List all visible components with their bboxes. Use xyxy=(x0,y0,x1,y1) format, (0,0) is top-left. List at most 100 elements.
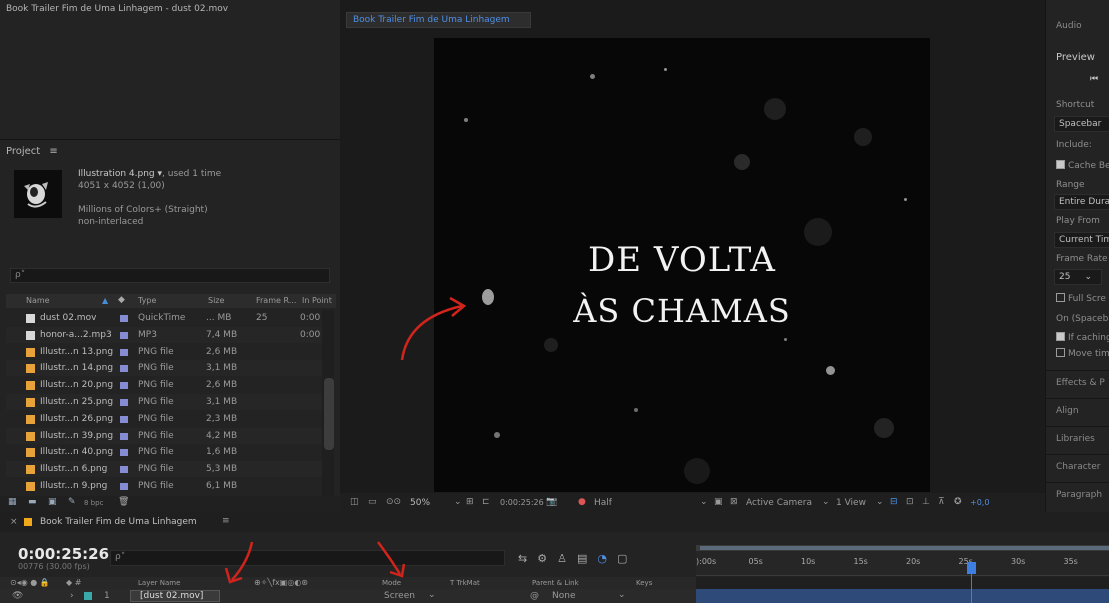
effects-presets-tab[interactable]: Effects & P xyxy=(1046,370,1109,396)
fast-previews-icon[interactable]: ⊡ xyxy=(906,497,914,507)
project-list-item[interactable]: Illustr...n 6.png PNG file 5,3 MB xyxy=(6,461,322,478)
paragraph-tab[interactable]: Paragraph xyxy=(1046,482,1109,508)
color-channel-icon[interactable]: ● xyxy=(578,497,586,507)
project-list-item[interactable]: Illustr...n 14.png PNG file 3,1 MB xyxy=(6,360,322,377)
file-name[interactable]: Illustration 4.png xyxy=(78,169,155,179)
comp-mini-flowchart-icon[interactable]: ⇆ xyxy=(518,552,537,565)
footage-panel-title[interactable]: Book Trailer Fim de Uma Linhagem - dust … xyxy=(6,4,228,14)
checkbox-icon[interactable] xyxy=(1056,348,1065,357)
shortcut-select[interactable]: Spacebar xyxy=(1054,116,1109,132)
pickwhip-icon[interactable]: @ xyxy=(530,591,539,601)
sort-arrow-icon[interactable]: ▲ xyxy=(102,296,108,305)
checkbox-checked-icon[interactable] xyxy=(1056,160,1065,169)
parent-dropdown[interactable]: None xyxy=(552,591,575,601)
exposure-icon[interactable]: ✪ xyxy=(954,497,962,507)
project-list-item[interactable]: Illustr...n 13.png PNG file 2,6 MB xyxy=(6,344,322,360)
label-tag-icon[interactable]: ◆ xyxy=(118,295,125,305)
if-caching-checkbox[interactable]: If caching xyxy=(1056,332,1109,343)
project-list-item[interactable]: dust 02.mov QuickTime ... MB 25 0:00 xyxy=(6,310,322,326)
chevron-down-icon[interactable]: ⌄ xyxy=(428,590,436,600)
project-list-item[interactable]: Illustr...n 40.png PNG file 1,6 MB xyxy=(6,444,322,460)
composition-canvas[interactable]: DE VOLTA ÀS CHAMAS xyxy=(434,38,930,492)
interpret-footage-icon[interactable]: ▦ xyxy=(8,497,17,507)
cache-checkbox[interactable]: Cache Be xyxy=(1056,160,1109,171)
play-from-select[interactable]: Current Tim xyxy=(1054,232,1109,248)
chevron-down-icon[interactable]: ⌄ xyxy=(700,497,708,507)
camera-dropdown[interactable]: Active Camera xyxy=(746,498,812,508)
item-label-swatch[interactable] xyxy=(120,331,128,339)
flowchart-icon[interactable]: ✎ xyxy=(68,497,76,507)
close-icon[interactable]: × xyxy=(10,517,18,527)
item-label-swatch[interactable] xyxy=(120,449,128,457)
item-label-swatch[interactable] xyxy=(120,399,128,406)
item-label-swatch[interactable] xyxy=(120,483,128,490)
new-composition-icon[interactable]: ▣ xyxy=(48,497,57,507)
resolution-dropdown[interactable]: Half xyxy=(594,498,612,508)
libraries-tab[interactable]: Libraries xyxy=(1046,426,1109,452)
mask-icon[interactable]: ⊏ xyxy=(482,497,490,507)
move-time-checkbox[interactable]: Move tim xyxy=(1056,348,1109,359)
always-preview-icon[interactable]: ◫ xyxy=(350,497,359,507)
full-screen-checkbox[interactable]: Full Scre xyxy=(1056,293,1106,304)
region-of-interest-icon[interactable]: ▣ xyxy=(714,497,723,507)
item-label-swatch[interactable] xyxy=(120,432,128,440)
draft-3d-icon[interactable]: ⚙ xyxy=(537,552,557,565)
monitor-icon[interactable]: ▭ xyxy=(368,497,377,507)
motion-blur-icon[interactable]: ◔ xyxy=(597,552,617,565)
snapshot-camera-icon[interactable]: 📷 xyxy=(546,497,557,507)
project-scrollbar-thumb[interactable] xyxy=(324,378,334,450)
project-list-item[interactable]: Illustr...n 25.png PNG file 3,1 MB xyxy=(6,394,322,410)
item-label-swatch[interactable] xyxy=(120,348,128,356)
transparency-grid-icon[interactable]: ⊠ xyxy=(730,497,738,507)
timeline-search-input[interactable]: ρ˅ xyxy=(110,550,505,566)
project-panel-header[interactable]: Project ≡ xyxy=(6,146,58,157)
item-label-swatch[interactable] xyxy=(120,382,128,390)
composition-tab[interactable]: Book Trailer Fim de Uma Linhagem xyxy=(346,12,531,28)
checkbox-checked-icon[interactable] xyxy=(1056,332,1065,341)
expand-chevron-icon[interactable]: › xyxy=(70,591,74,601)
col-name[interactable]: Name xyxy=(26,296,50,305)
grid-icon[interactable]: ⊞ xyxy=(466,497,474,507)
project-tab-label[interactable]: Project xyxy=(6,146,40,157)
toggle-pixel-aspect-icon[interactable]: ⊟ xyxy=(890,497,898,507)
trash-icon[interactable]: 🗑 xyxy=(118,497,129,507)
range-select[interactable]: Entire Dura xyxy=(1054,194,1109,210)
flowchart-icon[interactable]: ⊼ xyxy=(938,497,945,507)
views-dropdown[interactable]: 1 View xyxy=(836,498,866,508)
chevron-down-icon[interactable]: ⌄ xyxy=(822,497,830,507)
audio-panel-tab[interactable]: Audio xyxy=(1046,14,1109,40)
project-list-item[interactable]: honor-a...2.mp3 MP3 7,4 MB 0:00 xyxy=(6,326,322,343)
item-label-swatch[interactable] xyxy=(120,315,128,322)
panel-menu-icon[interactable]: ≡ xyxy=(49,146,57,157)
item-label-swatch[interactable] xyxy=(120,415,128,423)
visibility-eye-icon[interactable]: 👁 xyxy=(12,591,23,601)
first-frame-icon[interactable]: ⏮ xyxy=(1090,74,1098,84)
timeline-comp-name[interactable]: Book Trailer Fim de Uma Linhagem xyxy=(40,517,197,527)
col-layer-name[interactable]: Layer Name xyxy=(138,579,180,587)
frame-rate-select[interactable]: 25 ⌄ xyxy=(1054,269,1102,285)
chevron-down-icon[interactable]: ⌄ xyxy=(618,590,626,600)
align-tab[interactable]: Align xyxy=(1046,398,1109,424)
project-search-input[interactable]: ρ˅ xyxy=(10,268,330,283)
exposure-value[interactable]: +0,0 xyxy=(970,498,989,507)
av-features-icons[interactable]: ⊙◂◉ ● 🔒 xyxy=(10,578,50,587)
project-list-item[interactable]: Illustr...n 20.png PNG file 2,6 MB xyxy=(6,377,322,393)
current-time-display[interactable]: 0:00:25:26 xyxy=(18,545,109,563)
vr-glasses-icon[interactable]: ⊙⊙ xyxy=(386,497,401,507)
mode-dropdown[interactable]: Screen xyxy=(384,591,415,601)
bpc-label[interactable]: 8 bpc xyxy=(84,499,103,507)
graph-editor-icon[interactable]: ▢ xyxy=(617,552,637,565)
col-parent[interactable]: Parent & Link xyxy=(532,579,579,587)
project-list-item[interactable]: Illustr...n 26.png PNG file 2,3 MB xyxy=(6,411,322,427)
checkbox-icon[interactable] xyxy=(1056,293,1065,302)
col-keys[interactable]: Keys xyxy=(636,579,652,587)
viewer-timecode[interactable]: 0:00:25:26 xyxy=(500,498,544,507)
col-size[interactable]: Size xyxy=(208,296,224,305)
preview-panel-title[interactable]: Preview xyxy=(1056,52,1095,63)
item-label-swatch[interactable] xyxy=(120,466,128,474)
layer-row[interactable]: 👁 › 1 [dust 02.mov] Screen ⌄ @ None ⌄ xyxy=(0,589,696,603)
frame-blending-icon[interactable]: ▤ xyxy=(577,552,597,565)
chevron-down-icon[interactable]: ⌄ xyxy=(876,497,884,507)
new-folder-icon[interactable]: ▬ xyxy=(28,497,37,507)
layer-label-swatch[interactable] xyxy=(84,592,92,600)
